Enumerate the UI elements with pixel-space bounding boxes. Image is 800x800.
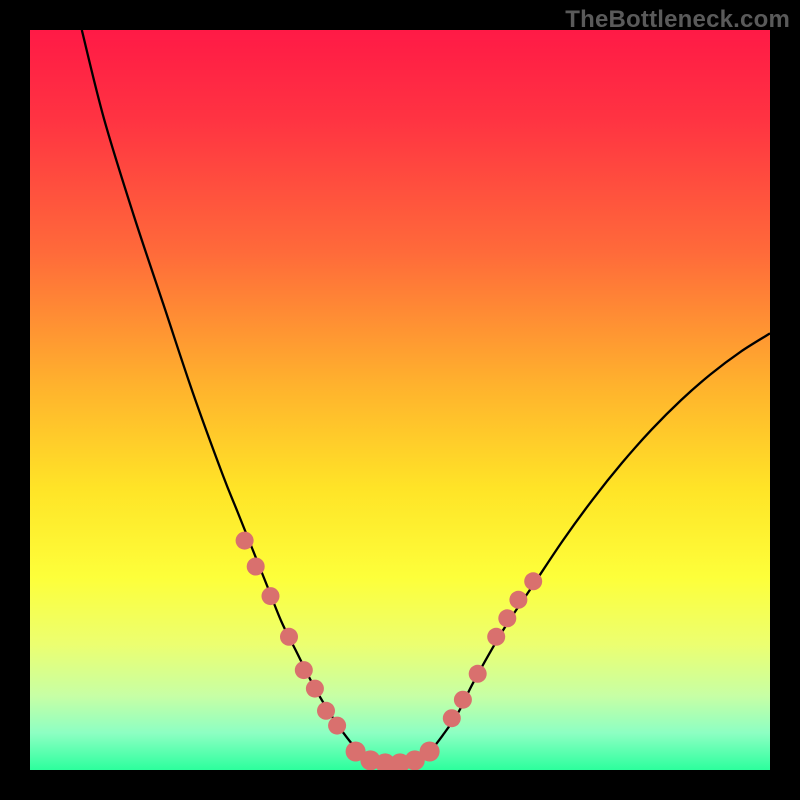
data-marker: [280, 628, 298, 646]
chart-svg: [30, 30, 770, 770]
data-marker: [295, 661, 313, 679]
watermark-text: TheBottleneck.com: [565, 6, 790, 34]
chart-frame: TheBottleneck.com: [0, 0, 800, 800]
data-marker: [262, 587, 280, 605]
gradient-background: [30, 30, 770, 770]
data-marker: [236, 532, 254, 550]
data-marker: [454, 691, 472, 709]
data-marker: [469, 665, 487, 683]
data-marker: [443, 709, 461, 727]
data-marker: [306, 680, 324, 698]
data-marker: [247, 558, 265, 576]
data-marker: [317, 702, 335, 720]
data-marker: [524, 572, 542, 590]
data-marker: [487, 628, 505, 646]
data-marker: [420, 742, 440, 762]
data-marker: [328, 717, 346, 735]
plot-area: [30, 30, 770, 770]
data-marker: [498, 609, 516, 627]
data-marker: [509, 591, 527, 609]
